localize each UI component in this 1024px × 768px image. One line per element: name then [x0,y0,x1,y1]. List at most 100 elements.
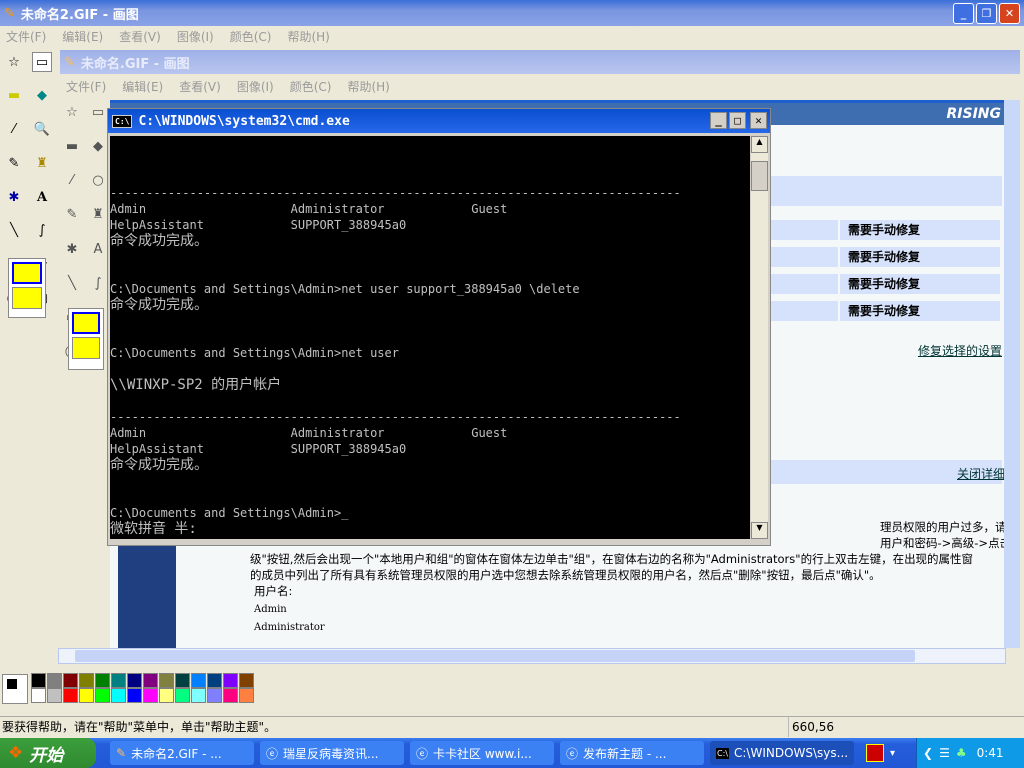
airbrush-icon[interactable]: ✱ [4,187,24,207]
palette-color[interactable] [207,688,222,703]
cmd-title-bar[interactable]: C:\ C:\WINDOWS\system32\cmd.exe _ □ ✕ [108,109,770,133]
cmd-line [110,249,750,265]
para-line: 级"按钮,然后会出现一个"本地用户和组"的窗体在窗体左边单击"组"，在窗体右边的… [250,552,974,566]
network-icon[interactable]: ☰ [939,746,950,760]
line-icon[interactable]: ╲ [4,221,24,241]
web-scrollbar[interactable] [1004,100,1020,648]
inner-tool-icon: ╲ [68,275,76,291]
magnifier-icon[interactable]: 🔍 [32,120,52,140]
palette-color[interactable] [111,688,126,703]
palette-color[interactable] [175,688,190,703]
expand-tray-icon[interactable]: ❮ [923,746,933,760]
user-item: Admin [254,604,287,615]
restore-button[interactable]: ❐ [976,3,997,24]
ime-status: 微软拼音 半: [110,521,197,537]
palette-color[interactable] [239,688,254,703]
menu-help[interactable]: 帮助(H) [287,28,329,45]
current-colors[interactable] [2,674,28,704]
cmd-line: 命令成功完成。 [110,233,208,249]
menu-file[interactable]: 文件(F) [6,28,46,45]
windows-logo-icon: ❖ [8,743,24,763]
palette-color[interactable] [95,673,110,688]
cmd-maximize-button[interactable]: □ [729,112,746,129]
cmd-output[interactable]: ----------------------------------------… [110,136,750,539]
foreground-color[interactable] [6,678,18,690]
horizontal-scrollbar[interactable] [58,648,1006,664]
palette-color[interactable] [127,688,142,703]
fix-selected-link[interactable]: 修复选择的设置 [918,342,1002,359]
cmd-scroll-thumb[interactable] [751,161,768,191]
language-bar-icon[interactable] [866,744,884,762]
palette-color[interactable] [159,673,174,688]
palette-color[interactable] [111,673,126,688]
scroll-thumb[interactable] [75,650,915,662]
taskbar-item-ie3[interactable]: ⓔ 发布新主题 - ... [560,741,704,765]
palette-color[interactable] [63,673,78,688]
status-help-text: 要获得帮助，请在"帮助"菜单中，单击"帮助主题"。 [2,720,277,734]
palette-color[interactable] [191,688,206,703]
inner-menu-colors: 颜色(C) [289,79,332,94]
taskbar-item-ie2[interactable]: ⓔ 卡卡社区 www.i... [410,741,554,765]
ie-icon: ⓔ [416,746,429,761]
palette-color[interactable] [31,673,46,688]
palette-color[interactable] [47,688,62,703]
palette-color[interactable] [47,673,62,688]
palette-color[interactable] [191,673,206,688]
cmd-scrollbar[interactable]: ▲ ▼ [751,136,768,539]
scroll-up-icon[interactable]: ▲ [751,136,768,153]
user-label: 用户名: [254,584,293,598]
palette-color[interactable] [143,688,158,703]
free-select-icon[interactable]: ☆ [4,52,24,72]
start-button[interactable]: ❖ 开始 [0,738,96,768]
palette-color[interactable] [223,688,238,703]
select-icon[interactable]: ▭ [32,52,52,72]
tool-options[interactable] [8,258,46,318]
palette-color[interactable] [143,673,158,688]
color-palette [31,673,271,703]
palette-color[interactable] [95,688,110,703]
palette-color[interactable] [223,673,238,688]
language-options-icon[interactable]: ▾ [890,748,895,759]
cmd-minimize-button[interactable]: _ [710,112,727,129]
transparent-option-icon[interactable] [12,287,42,309]
taskbar-item-ie1[interactable]: ⓔ 瑞星反病毒资讯... [260,741,404,765]
scroll-down-icon[interactable]: ▼ [751,522,768,539]
palette-color[interactable] [31,688,46,703]
color-picker-icon[interactable]: ⁄ [4,120,24,140]
pencil-icon[interactable]: ✎ [4,153,24,173]
palette-color[interactable] [127,673,142,688]
cmd-line [110,361,750,377]
close-details-link[interactable]: 关闭详细 [957,465,1005,482]
menu-view[interactable]: 查看(V) [119,28,161,45]
task-label: 发布新主题 - ... [583,746,667,761]
menu-image[interactable]: 图像(I) [177,28,214,45]
palette-color[interactable] [79,673,94,688]
fill-icon[interactable]: ◆ [32,86,52,106]
close-button[interactable]: ✕ [999,3,1020,24]
curve-icon[interactable]: ∫ [32,221,52,241]
palette-color[interactable] [63,688,78,703]
taskbar-item-paint[interactable]: ✎ 未命名2.GIF - ... [110,741,254,765]
palette-color[interactable] [175,673,190,688]
task-label: 瑞星反病毒资讯... [283,746,379,761]
tray-app-icon[interactable]: ♣ [956,746,967,760]
palette-color[interactable] [159,688,174,703]
eraser-icon[interactable]: ▬ [4,86,24,106]
palette-color[interactable] [79,688,94,703]
cmd-close-button[interactable]: ✕ [750,112,767,129]
cmd-line: Admin Administrator Guest [110,426,508,440]
minimize-button[interactable]: _ [953,3,974,24]
palette-color[interactable] [239,673,254,688]
cmd-line: HelpAssistant SUPPORT_388945a0 [110,218,407,232]
cmd-window[interactable]: C:\ C:\WINDOWS\system32\cmd.exe _ □ ✕ --… [107,108,771,546]
taskbar-item-cmd[interactable]: C:\ C:\WINDOWS\sys... [710,741,854,765]
menu-edit[interactable]: 编辑(E) [62,28,103,45]
palette-color[interactable] [207,673,222,688]
brush-icon[interactable]: ♜ [32,153,52,173]
text-icon[interactable]: A [32,187,52,207]
opaque-option-icon[interactable] [12,262,42,284]
inner-tool-icon: ✱ [66,241,78,257]
cmd-icon: C:\ [716,747,729,759]
inner-tool-icon: ✎ [66,207,78,223]
menu-colors[interactable]: 颜色(C) [230,28,272,45]
